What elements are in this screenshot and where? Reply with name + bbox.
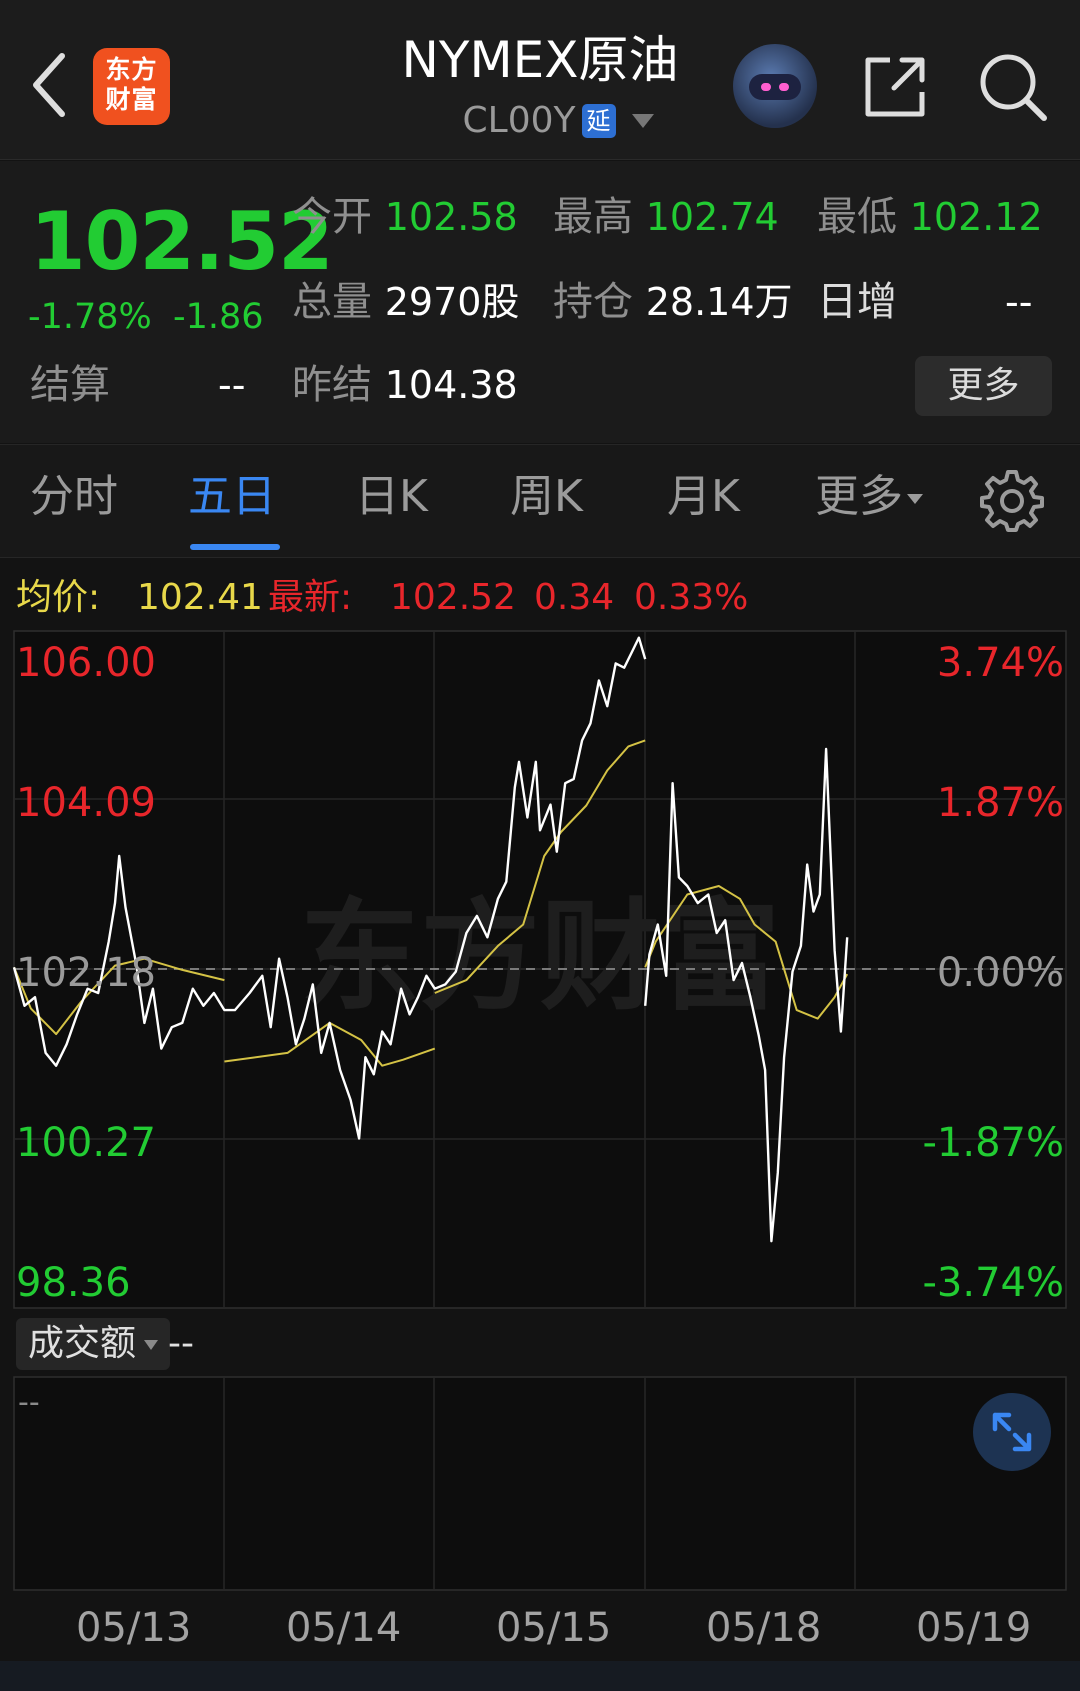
open-interest-value: 28.14万	[645, 280, 793, 324]
latest-price-label: 最新:	[268, 577, 353, 618]
contract-code-selector[interactable]: CL00Y 延	[340, 100, 740, 141]
high-label: 最高	[553, 194, 633, 240]
high-value: 102.74	[645, 195, 779, 239]
tab-more-label: 更多	[815, 471, 903, 522]
open-value: 102.58	[384, 195, 518, 239]
date-label-0: 05/13	[76, 1605, 192, 1651]
quote-panel: 102.52 -1.78% -1.86 今开 102.58 最高 102.74 …	[0, 161, 1080, 443]
robot-visor	[749, 74, 801, 100]
low-value: 102.12	[909, 195, 1043, 239]
volume-indicator-label: 成交额	[28, 1323, 137, 1364]
tab-monthly-k[interactable]: 月K	[667, 469, 740, 525]
title-block: NYMEX原油 CL00Y 延	[340, 28, 740, 141]
volume-field: 总量 2970股	[292, 277, 519, 327]
latest-price-value: 102.52	[390, 577, 516, 618]
high-field: 最高 102.74	[553, 192, 779, 242]
top-navigation-bar: 东方 财富 NYMEX原油 CL00Y 延	[0, 0, 1080, 160]
active-tab-indicator	[190, 544, 280, 550]
share-icon	[865, 57, 925, 117]
tab-daily-k[interactable]: 日K	[355, 469, 428, 525]
volume-indicator-value: --	[168, 1323, 194, 1364]
more-quote-button[interactable]: 更多	[915, 356, 1052, 416]
assistant-robot-icon[interactable]	[733, 44, 817, 128]
y-right-label-0: 3.74%	[937, 640, 1064, 686]
date-label-1: 05/14	[286, 1605, 402, 1651]
robot-eye-right	[779, 83, 789, 91]
y-right-label-2: 0.00%	[937, 950, 1064, 996]
change-percent: -1.78%	[28, 297, 152, 337]
date-axis: 05/13 05/14 05/15 05/18 05/19	[0, 1600, 1080, 1656]
open-field: 今开 102.58	[292, 192, 518, 242]
volume-placeholder: --	[18, 1385, 40, 1420]
robot-eye-left	[761, 83, 771, 91]
open-interest-field: 持仓 28.14万	[553, 277, 793, 327]
date-label-4: 05/19	[916, 1605, 1032, 1651]
daily-increase-label: 日增	[817, 279, 897, 325]
open-label: 今开	[292, 194, 372, 240]
settlement-value: --	[218, 363, 246, 407]
volume-chart-frame	[13, 1376, 1067, 1591]
volume-chart: --	[13, 1376, 1067, 1591]
average-price-value: 102.41	[137, 577, 263, 618]
y-left-label-3: 100.27	[16, 1120, 156, 1166]
page-title: NYMEX原油	[401, 31, 679, 89]
watermark: 东方财富	[300, 888, 780, 1027]
expand-icon	[992, 1412, 1032, 1452]
change-value: -1.86	[173, 297, 264, 337]
latest-change-value: 0.34	[534, 577, 615, 618]
share-button[interactable]	[860, 52, 930, 122]
period-tabs: 分时 五日 日K 周K 月K 更多	[0, 444, 1080, 558]
y-left-label-1: 104.09	[16, 780, 156, 826]
chevron-left-icon	[33, 53, 65, 117]
settlement-label: 结算	[30, 362, 110, 408]
tab-five-day[interactable]: 五日	[188, 469, 276, 525]
last-price: 102.52	[30, 195, 334, 288]
prev-settlement-field: 昨结 104.38	[292, 360, 518, 410]
bottom-bar	[0, 1661, 1080, 1691]
chart-settings-button[interactable]	[980, 468, 1044, 532]
gear-icon	[980, 470, 1044, 532]
delay-badge: 延	[581, 103, 616, 138]
daily-increase-value: --	[1005, 280, 1033, 324]
latest-change-percent: 0.33%	[634, 577, 749, 618]
y-right-label-1: 1.87%	[937, 780, 1064, 826]
volume-value: 2970股	[384, 280, 520, 324]
prev-settlement-label: 昨结	[292, 362, 372, 408]
volume-section: 成交额 -- --	[0, 1316, 1080, 1596]
y-left-label-2: 102.18	[16, 950, 156, 996]
search-icon	[980, 54, 1047, 121]
five-day-price-chart[interactable]: 东方财富 106.00 104.09 102.18 100.27 98.36 3…	[0, 630, 1080, 1310]
volume-label: 总量	[292, 279, 372, 325]
contract-code: CL00Y	[462, 100, 576, 141]
y-left-label-4: 98.36	[16, 1260, 131, 1306]
caret-down-icon	[144, 1340, 159, 1350]
tab-intraday[interactable]: 分时	[30, 469, 118, 525]
search-button[interactable]	[976, 50, 1050, 124]
volume-indicator-select[interactable]: 成交额	[16, 1318, 171, 1370]
tab-more[interactable]: 更多	[815, 469, 923, 525]
eastmoney-logo: 东方 财富	[93, 48, 170, 125]
y-right-label-4: -3.74%	[922, 1260, 1064, 1306]
tab-weekly-k[interactable]: 周K	[510, 469, 583, 525]
y-right-label-3: -1.87%	[922, 1120, 1064, 1166]
chevron-down-icon	[631, 113, 654, 128]
back-button[interactable]	[26, 50, 76, 120]
low-label: 最低	[817, 194, 897, 240]
caret-down-icon	[907, 494, 923, 504]
date-label-2: 05/15	[496, 1605, 612, 1651]
average-price-label: 均价:	[16, 577, 101, 618]
logo-text-line1: 东方	[105, 55, 158, 84]
date-label-3: 05/18	[706, 1605, 822, 1651]
y-left-label-0: 106.00	[16, 640, 156, 686]
expand-chart-button[interactable]	[973, 1393, 1051, 1471]
open-interest-label: 持仓	[553, 279, 633, 325]
prev-settlement-value: 104.38	[384, 363, 518, 407]
low-field: 最低 102.12	[817, 192, 1043, 242]
logo-text-line2: 财富	[105, 85, 158, 114]
chart-info-bar: 均价: 102.41 最新: 102.52 0.34 0.33%	[0, 570, 1080, 626]
